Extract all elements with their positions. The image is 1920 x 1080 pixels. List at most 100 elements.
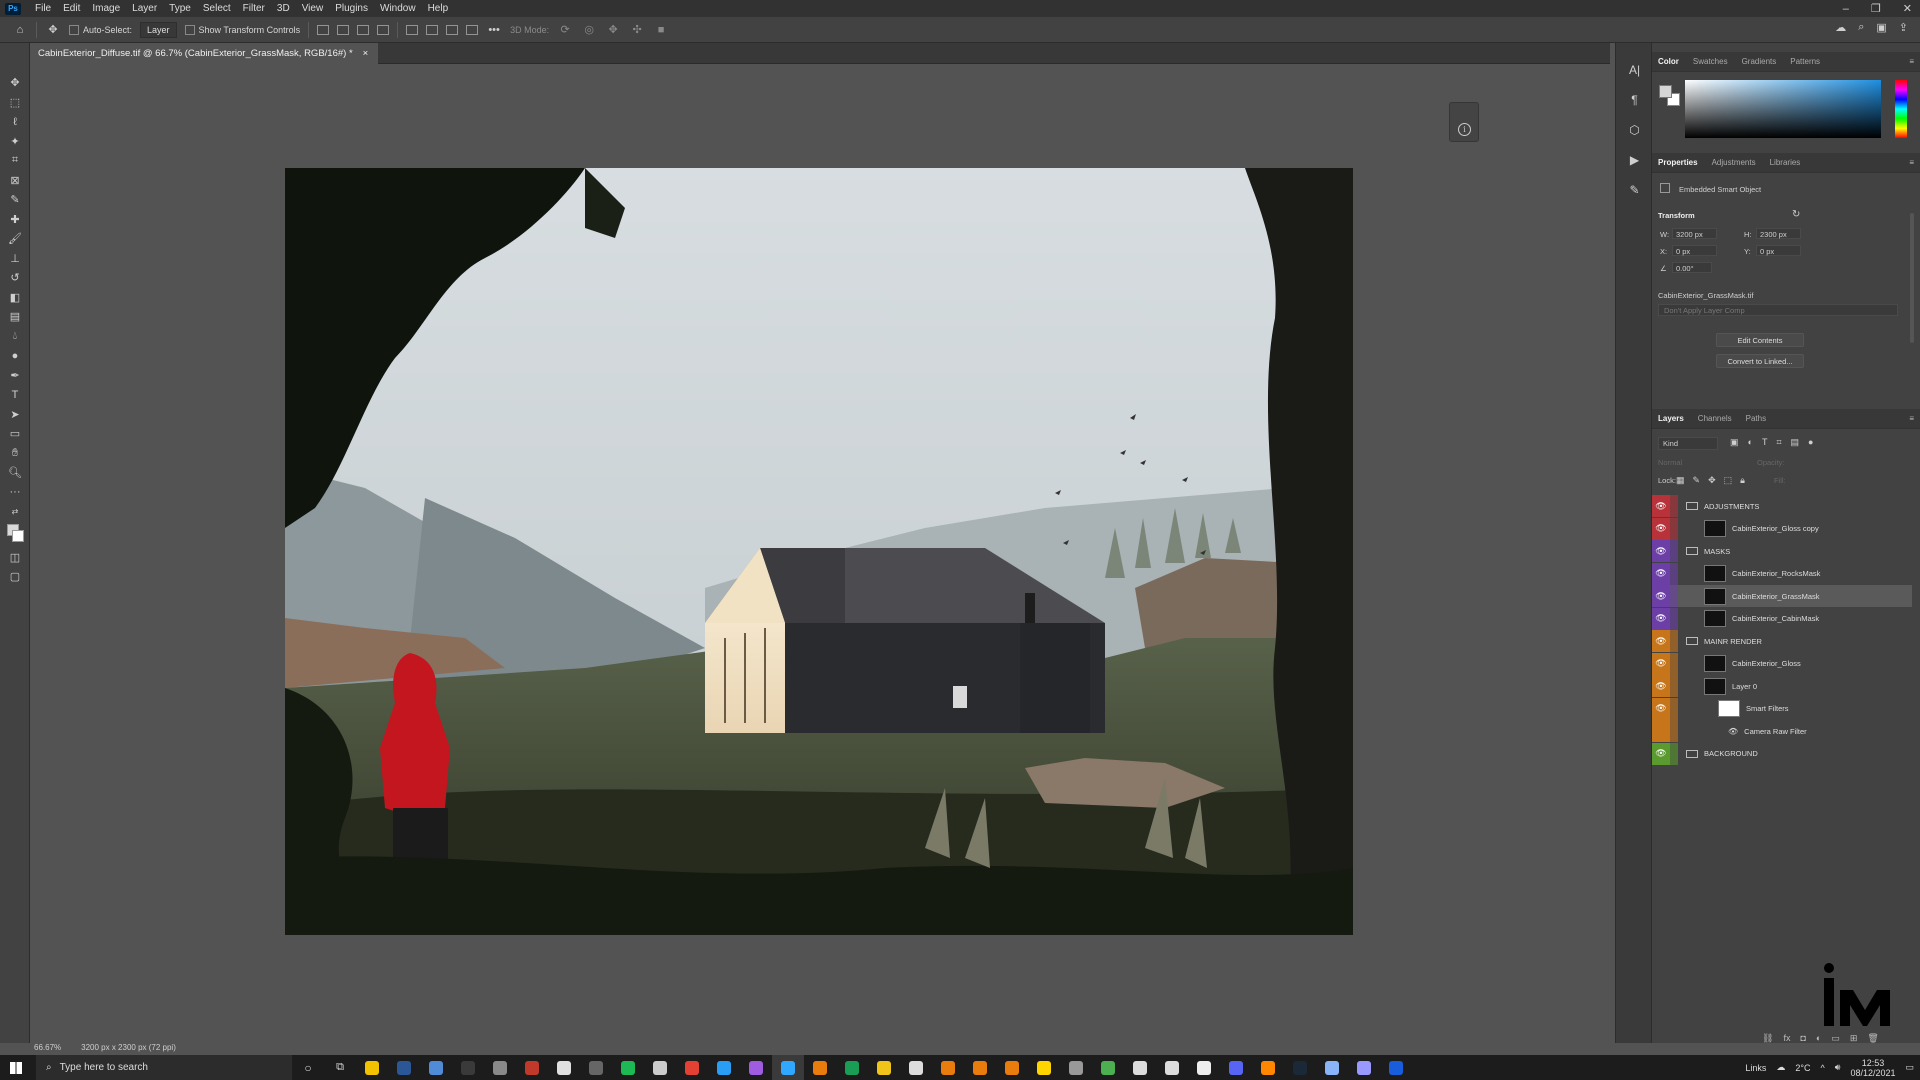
layer-row[interactable]: 👁︎ ADJUSTMENTS bbox=[1652, 495, 1912, 517]
files-app-icon[interactable] bbox=[484, 1055, 516, 1080]
eyedropper-icon[interactable]: ✎ bbox=[0, 190, 30, 210]
menu-plugins[interactable]: Plugins bbox=[329, 3, 374, 14]
more-tools-icon[interactable]: ··· bbox=[0, 483, 30, 503]
visibility-eye-icon[interactable]: 👁︎ bbox=[1652, 540, 1670, 562]
blend-mode-dropdown[interactable]: Normal bbox=[1658, 458, 1682, 467]
menu-3d[interactable]: 3D bbox=[271, 3, 296, 14]
layer-row[interactable]: 👁︎ BACKGROUND bbox=[1652, 742, 1912, 765]
minimize-icon[interactable]: – bbox=[1843, 3, 1849, 15]
tool-app-icon[interactable] bbox=[516, 1055, 548, 1080]
3d-orbit-icon[interactable]: ⟳ bbox=[557, 22, 573, 38]
layer-row[interactable]: 👁︎ Camera Raw Filter bbox=[1652, 720, 1912, 742]
marquee-tool-icon[interactable]: ⬚ bbox=[0, 93, 30, 113]
aff-app-icon[interactable] bbox=[740, 1055, 772, 1080]
discord-app-icon[interactable] bbox=[1220, 1055, 1252, 1080]
menu-image[interactable]: Image bbox=[86, 3, 126, 14]
clock[interactable]: 12:53 08/12/2021 bbox=[1850, 1058, 1895, 1078]
m-app-icon[interactable] bbox=[868, 1055, 900, 1080]
drive-app-icon[interactable] bbox=[1316, 1055, 1348, 1080]
blender4-app-icon[interactable] bbox=[996, 1055, 1028, 1080]
folder-icon[interactable] bbox=[1686, 547, 1698, 555]
lock-transparency-icon[interactable]: ▦ bbox=[1676, 475, 1685, 486]
tab-adjustments[interactable]: Adjustments bbox=[1712, 158, 1756, 167]
paragraph-panel-icon[interactable]: ¶ bbox=[1616, 85, 1653, 115]
new-layer-icon[interactable]: ⊞ bbox=[1850, 1033, 1858, 1044]
visibility-eye-icon[interactable]: 👁︎ bbox=[1652, 517, 1670, 540]
fx-icon[interactable]: fx bbox=[1783, 1033, 1790, 1044]
brush-settings-icon[interactable]: ✎ bbox=[1616, 175, 1653, 205]
convert-to-linked-button[interactable]: Convert to Linked... bbox=[1716, 354, 1804, 368]
path-select-icon[interactable]: ➤ bbox=[0, 405, 30, 425]
links-label[interactable]: Links bbox=[1745, 1063, 1766, 1073]
visibility-eye-icon[interactable]: 👁︎ bbox=[1652, 562, 1670, 585]
layer-row[interactable]: 👁︎ CabinExterior_Gloss copy bbox=[1652, 517, 1912, 540]
workspace-icon[interactable]: ▣ bbox=[1876, 21, 1886, 34]
adjustment-layer-icon[interactable]: ◐ bbox=[1816, 1033, 1821, 1044]
blender2-app-icon[interactable] bbox=[932, 1055, 964, 1080]
add-mask-icon[interactable]: ◘ bbox=[1800, 1033, 1805, 1044]
menu-type[interactable]: Type bbox=[163, 3, 197, 14]
align-top-icon[interactable] bbox=[406, 24, 419, 35]
layer-row[interactable]: 👁︎ MAINR RENDER bbox=[1652, 630, 1912, 652]
visibility-eye-icon[interactable]: 👁︎ bbox=[1652, 652, 1670, 675]
blur-tool-icon[interactable]: 💧︎ bbox=[0, 327, 30, 347]
davinci-app-icon[interactable] bbox=[1060, 1055, 1092, 1080]
tab-swatches[interactable]: Swatches bbox=[1693, 57, 1728, 66]
menu-help[interactable]: Help bbox=[422, 3, 455, 14]
3d-scale-icon[interactable]: ■ bbox=[653, 22, 669, 38]
folder-icon[interactable] bbox=[1686, 637, 1698, 645]
align-left-icon[interactable] bbox=[317, 24, 330, 35]
tab-layers[interactable]: Layers bbox=[1658, 414, 1684, 423]
layer-row[interactable]: 👁︎ CabinExterior_CabinMask bbox=[1652, 607, 1912, 630]
menu-filter[interactable]: Filter bbox=[237, 3, 271, 14]
sticky-app-icon[interactable] bbox=[1028, 1055, 1060, 1080]
task-view-icon[interactable]: ⧉ bbox=[324, 1055, 356, 1080]
info-icon[interactable]: i bbox=[1458, 123, 1471, 136]
layer-row[interactable]: 👁︎ MASKS bbox=[1652, 540, 1912, 562]
document-tab[interactable]: CabinExterior_Diffuse.tif @ 66.7% (Cabin… bbox=[30, 43, 379, 64]
gamepad-app-icon[interactable] bbox=[900, 1055, 932, 1080]
spotify-app-icon[interactable] bbox=[612, 1055, 644, 1080]
blender-app-icon[interactable] bbox=[804, 1055, 836, 1080]
close-icon[interactable]: ✕ bbox=[1903, 2, 1912, 15]
align-center-icon[interactable] bbox=[337, 24, 350, 35]
show-transform-controls-checkbox[interactable]: Show Transform Controls bbox=[184, 24, 300, 35]
menu-view[interactable]: View bbox=[296, 3, 330, 14]
tab-patterns[interactable]: Patterns bbox=[1790, 57, 1820, 66]
layer-row[interactable]: 👁︎ CabinExterior_RocksMask bbox=[1652, 562, 1912, 585]
new-group-icon[interactable]: ▭ bbox=[1831, 1033, 1840, 1044]
screen-mode-icon[interactable]: ▢ bbox=[0, 567, 30, 587]
distribute-icon[interactable] bbox=[377, 24, 390, 35]
steam-app-icon[interactable] bbox=[1284, 1055, 1316, 1080]
brush-tool-icon[interactable]: 🖌︎ bbox=[0, 229, 30, 249]
move-tool-icon[interactable]: ✥ bbox=[45, 22, 61, 38]
git-app-icon[interactable] bbox=[1092, 1055, 1124, 1080]
sheets-app-icon[interactable] bbox=[836, 1055, 868, 1080]
background-color[interactable] bbox=[12, 529, 24, 542]
visibility-eye-icon[interactable]: 👁︎ bbox=[1652, 742, 1670, 765]
vlc-app-icon[interactable] bbox=[1252, 1055, 1284, 1080]
magic-wand-icon[interactable]: ✦ bbox=[0, 132, 30, 152]
panel-menu-icon[interactable]: ≡ bbox=[1909, 158, 1914, 167]
actions-panel-icon[interactable]: ▶ bbox=[1616, 145, 1653, 175]
frame-tool-icon[interactable]: ⊠ bbox=[0, 171, 30, 191]
hue-slider[interactable] bbox=[1895, 80, 1907, 138]
menu-window[interactable]: Window bbox=[374, 3, 422, 14]
healing-brush-icon[interactable]: ✚ bbox=[0, 210, 30, 230]
properties-scrollbar[interactable] bbox=[1910, 213, 1914, 343]
menu-file[interactable]: File bbox=[29, 3, 57, 14]
nl-app-icon[interactable] bbox=[644, 1055, 676, 1080]
chrome-like-app-icon[interactable] bbox=[580, 1055, 612, 1080]
3d-slide-icon[interactable]: ✣ bbox=[629, 22, 645, 38]
tab-gradients[interactable]: Gradients bbox=[1742, 57, 1777, 66]
layer-row[interactable]: 👁︎ Layer 0 bbox=[1652, 675, 1912, 697]
reset-transform-icon[interactable]: ↻ bbox=[1792, 209, 1800, 220]
photoshop-app-icon[interactable] bbox=[772, 1055, 804, 1080]
visibility-eye-icon[interactable]: 👁︎ bbox=[1652, 585, 1670, 607]
shape-filter-icon[interactable]: ⌗ bbox=[1776, 437, 1781, 448]
zoom-tool-icon[interactable]: 🔍︎ bbox=[0, 463, 30, 483]
dodge-tool-icon[interactable]: ● bbox=[0, 346, 30, 366]
crop-tool-icon[interactable]: ⌗ bbox=[0, 151, 30, 171]
calc-app-icon[interactable] bbox=[420, 1055, 452, 1080]
checkbox-box[interactable] bbox=[69, 24, 79, 35]
